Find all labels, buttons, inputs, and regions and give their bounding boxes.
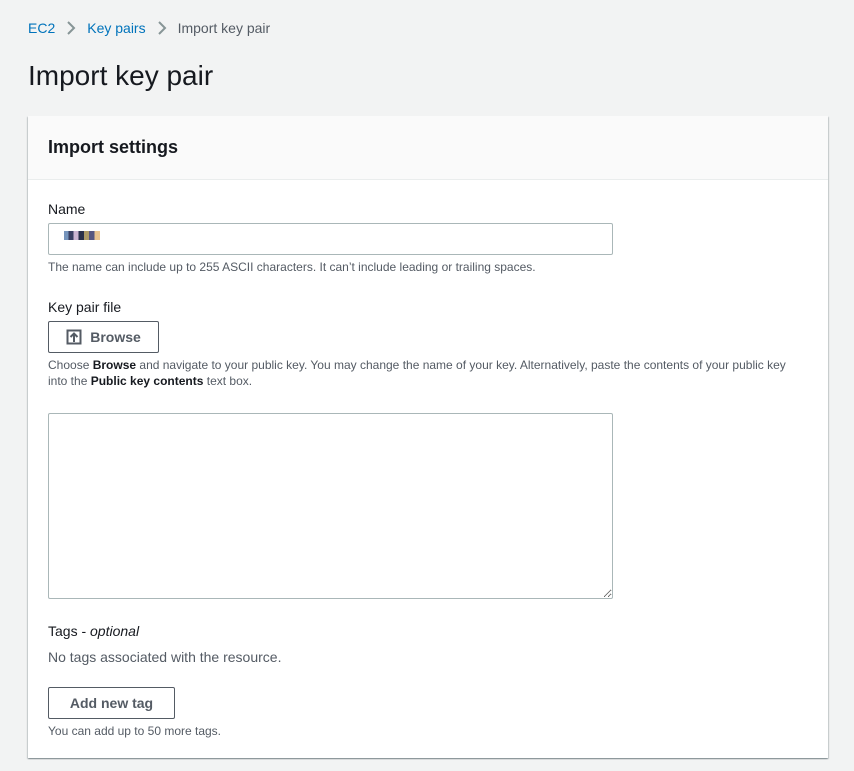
breadcrumb-current: Import key pair bbox=[177, 20, 271, 36]
chevron-right-icon bbox=[60, 19, 82, 37]
key-file-hint-prefix: Choose bbox=[48, 358, 93, 372]
key-pair-file-label: Key pair file bbox=[48, 299, 122, 315]
redacted-name-value bbox=[64, 231, 100, 240]
tags-label-text: Tags - bbox=[48, 623, 91, 639]
tags-limit-hint: You can add up to 50 more tags. bbox=[48, 724, 222, 738]
key-file-hint-suffix: text box. bbox=[203, 374, 253, 388]
chevron-right-icon bbox=[151, 19, 173, 37]
breadcrumb-ec2-link[interactable]: EC2 bbox=[28, 19, 55, 37]
tags-label: Tags - optional bbox=[48, 622, 139, 640]
key-file-hint-public-key-contents: Public key contents bbox=[90, 374, 204, 388]
name-label: Name bbox=[48, 201, 86, 217]
no-tags-message: No tags associated with the resource. bbox=[48, 649, 282, 665]
browse-button[interactable]: Browse bbox=[48, 321, 159, 353]
browse-button-label: Browse bbox=[90, 329, 141, 345]
breadcrumb-key-pairs-link[interactable]: Key pairs bbox=[87, 19, 145, 37]
page-title: Import key pair bbox=[28, 60, 214, 91]
panel-header: Import settings bbox=[28, 116, 828, 180]
add-new-tag-button[interactable]: Add new tag bbox=[48, 687, 175, 719]
upload-icon bbox=[66, 329, 82, 345]
key-file-hint: Choose Browse and navigate to your publi… bbox=[48, 357, 808, 389]
public-key-contents-textarea[interactable] bbox=[48, 413, 613, 599]
breadcrumb: EC2 Key pairs Import key pair bbox=[28, 19, 270, 37]
tags-optional-label: optional bbox=[90, 623, 140, 639]
name-input[interactable] bbox=[48, 223, 613, 255]
panel-title: Import settings bbox=[48, 137, 179, 157]
name-hint: The name can include up to 255 ASCII cha… bbox=[48, 260, 536, 274]
key-file-hint-browse: Browse bbox=[92, 358, 137, 372]
import-settings-panel: Import settings Name The name can includ… bbox=[28, 116, 828, 758]
